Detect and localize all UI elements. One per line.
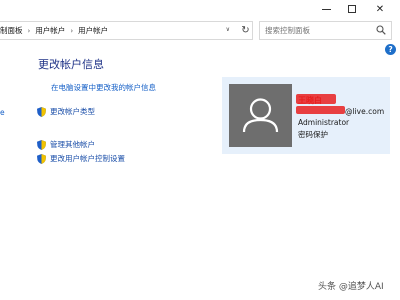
- minimize-icon: [321, 8, 331, 10]
- page-title: 更改帐户信息: [38, 58, 104, 71]
- breadcrumb-user-accounts-current[interactable]: 用户帐户: [78, 25, 108, 36]
- breadcrumb-control-panel[interactable]: 制面板: [0, 25, 23, 36]
- watermark: 头条 @追梦人AI: [318, 282, 384, 292]
- maximize-icon: [348, 5, 356, 13]
- avatar[interactable]: [229, 84, 292, 147]
- address-bar[interactable]: 制面板 › 用户帐户 › 用户帐户 ∨: [0, 21, 253, 40]
- address-dropdown-icon[interactable]: ∨: [226, 26, 230, 33]
- online-settings-link[interactable]: 在电脑设置中更改我的帐户信息: [51, 82, 156, 93]
- account-email: @live.com: [345, 107, 385, 116]
- help-button[interactable]: ?: [385, 44, 396, 55]
- search-icon[interactable]: [376, 25, 386, 35]
- refresh-button[interactable]: ↻: [238, 22, 253, 39]
- uac-shield-icon: [37, 153, 46, 164]
- redaction-mark: [296, 106, 345, 114]
- close-button[interactable]: ✕: [366, 0, 394, 18]
- uac-shield-icon: [37, 139, 46, 150]
- account-password-status: 密码保护: [298, 130, 328, 139]
- breadcrumb-user-accounts[interactable]: 用户帐户: [35, 25, 65, 36]
- breadcrumb-separator-icon[interactable]: ›: [28, 27, 31, 35]
- account-role: Administrator: [298, 118, 350, 127]
- title-bar: ✕: [0, 0, 400, 18]
- refresh-icon: ↻: [241, 25, 250, 36]
- maximize-button[interactable]: [338, 0, 366, 18]
- change-account-type-task[interactable]: 更改帐户类型: [37, 106, 95, 117]
- search-input[interactable]: [259, 21, 392, 40]
- manage-other-accounts-link[interactable]: 管理其他帐户: [50, 139, 95, 150]
- manage-other-accounts-task[interactable]: 管理其他帐户: [37, 139, 95, 150]
- uac-shield-icon: [37, 106, 46, 117]
- sidebar-partial-text[interactable]: e: [0, 108, 5, 117]
- user-avatar-icon: [242, 98, 279, 133]
- account-name: 王晓白: [298, 96, 322, 105]
- change-uac-settings-task[interactable]: 更改用户帐户控制设置: [37, 153, 125, 164]
- change-account-type-link[interactable]: 更改帐户类型: [50, 106, 95, 117]
- change-uac-settings-link[interactable]: 更改用户帐户控制设置: [50, 153, 125, 164]
- minimize-button[interactable]: [312, 0, 340, 18]
- breadcrumb-separator-icon[interactable]: ›: [70, 27, 73, 35]
- close-icon: ✕: [375, 3, 385, 15]
